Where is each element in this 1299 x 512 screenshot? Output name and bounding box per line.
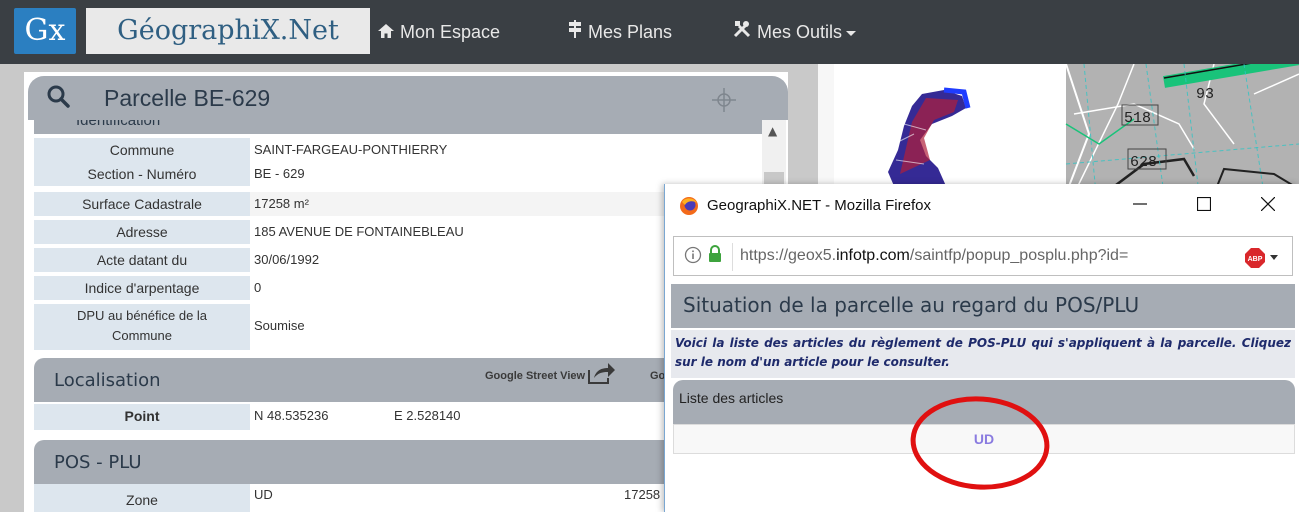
pos-plu-heading: Situation de la parcelle au regard du PO… xyxy=(671,284,1295,328)
info-row-surface: Surface Cadastrale 17258 m² xyxy=(34,192,762,216)
info-icon[interactable] xyxy=(684,246,702,264)
nav-mon-espace[interactable]: Mon Espace xyxy=(378,18,500,46)
tools-icon xyxy=(733,21,751,38)
url-separator xyxy=(732,243,733,271)
nav-mon-espace-label: Mon Espace xyxy=(400,22,501,42)
section-pos-plu-title: POS - PLU xyxy=(54,452,142,473)
row-label: Acte datant du xyxy=(34,248,250,272)
url-bar[interactable]: https://geox5.infotp.com/saintfp/popup_p… xyxy=(673,236,1293,276)
row-label: Point xyxy=(34,404,250,430)
logo-wordmark[interactable]: GéographiX.Net xyxy=(86,8,370,54)
firefox-popup-window: GeographiX.NET - Mozilla Firefox https:/… xyxy=(664,184,1299,512)
nav-mes-outils-label: Mes Outils xyxy=(757,22,843,42)
home-icon xyxy=(378,24,394,38)
scroll-up-arrow-icon[interactable]: ▲ xyxy=(768,124,777,138)
panel-title: Parcelle BE-629 xyxy=(104,85,271,111)
info-row-point: Point N 48.535236 E 2.528140 xyxy=(34,404,762,430)
map-drawing: 93 518 628 xyxy=(888,64,1299,194)
firefox-icon xyxy=(680,197,698,215)
row-label: Indice d'arpentage xyxy=(34,276,250,300)
row-value: SAINT-FARGEAU-PONTHIERRY xyxy=(254,142,448,157)
maximize-icon xyxy=(1196,196,1212,212)
info-row-adresse: Adresse 185 AVENUE DE FONTAINEBLEAU xyxy=(34,220,762,244)
row-label: Surface Cadastrale xyxy=(34,192,250,216)
popup-content: Situation de la parcelle au regard du PO… xyxy=(665,284,1299,512)
adblock-icon[interactable]: ABP xyxy=(1244,247,1266,269)
row-label: Adresse xyxy=(34,220,250,244)
nav-mes-plans[interactable]: Mes Plans xyxy=(568,18,672,46)
pos-plu-instructions: Voici la liste des articles du règlement… xyxy=(671,330,1295,378)
info-row-acte: Acte datant du 30/06/1992 xyxy=(34,248,762,272)
svg-text:ABP: ABP xyxy=(1248,256,1263,263)
nav-mes-plans-label: Mes Plans xyxy=(588,22,673,42)
row-label: Commune xyxy=(34,138,250,162)
logo-mark-text: Gx xyxy=(24,13,66,48)
row-value-lon: E 2.528140 xyxy=(394,408,461,423)
section-localisation-title: Localisation xyxy=(54,370,161,391)
info-row-zone: Zone UD 17258 xyxy=(34,484,762,512)
close-button[interactable] xyxy=(1245,192,1291,220)
info-row-dpu: DPU au bénéfice de la Commune Soumise xyxy=(34,304,762,350)
minimize-icon xyxy=(1133,203,1147,205)
section-identification-title: Identification xyxy=(76,120,161,129)
url-prefix: https://geox5. xyxy=(740,247,837,264)
section-pos-plu-header: POS - PLU xyxy=(34,440,762,484)
second-map-link[interactable]: Go xyxy=(650,370,665,382)
map-label-628: 628 xyxy=(1130,154,1157,171)
url-text[interactable]: https://geox5.infotp.com/saintfp/popup_p… xyxy=(740,247,1128,265)
share-icon[interactable] xyxy=(586,362,616,386)
logo-mark[interactable]: Gx xyxy=(14,8,76,54)
nav-mes-outils[interactable]: Mes Outils xyxy=(733,18,857,46)
info-row-arpentage: Indice d'arpentage 0 xyxy=(34,276,762,300)
zone-surface-value: 17258 xyxy=(624,487,661,502)
info-row-commune: Commune SAINT-FARGEAU-PONTHIERRY xyxy=(34,138,762,162)
row-label: Zone xyxy=(34,484,250,512)
window-title: GeographiX.NET - Mozilla Firefox xyxy=(707,197,931,214)
map-label-93: 93 xyxy=(1196,86,1214,103)
row-value: BE - 629 xyxy=(254,166,305,181)
map-label-518: 518 xyxy=(1124,110,1151,127)
row-label: DPU au bénéfice de la Commune xyxy=(34,304,250,350)
lock-icon[interactable] xyxy=(708,245,722,263)
plans-icon xyxy=(569,20,581,38)
url-domain: infotp.com xyxy=(836,247,910,264)
maximize-button[interactable] xyxy=(1181,192,1227,220)
chevron-down-icon[interactable] xyxy=(1270,255,1278,260)
crosshair-icon[interactable] xyxy=(712,88,736,112)
url-suffix: /saintfp/popup_posplu.php?id= xyxy=(909,247,1129,264)
search-icon[interactable] xyxy=(46,84,70,108)
logo-wordmark-text: GéographiX.Net xyxy=(117,15,339,46)
info-row-section: Section - Numéro BE - 629 xyxy=(34,162,762,186)
row-label: Section - Numéro xyxy=(34,162,250,186)
highlight-ellipse xyxy=(910,396,1050,490)
close-icon xyxy=(1260,196,1276,212)
chevron-down-icon xyxy=(846,30,857,36)
minimize-button[interactable] xyxy=(1117,192,1163,220)
google-street-view-link[interactable]: Google Street View xyxy=(485,370,585,382)
section-identification-header: Identification xyxy=(34,120,762,134)
